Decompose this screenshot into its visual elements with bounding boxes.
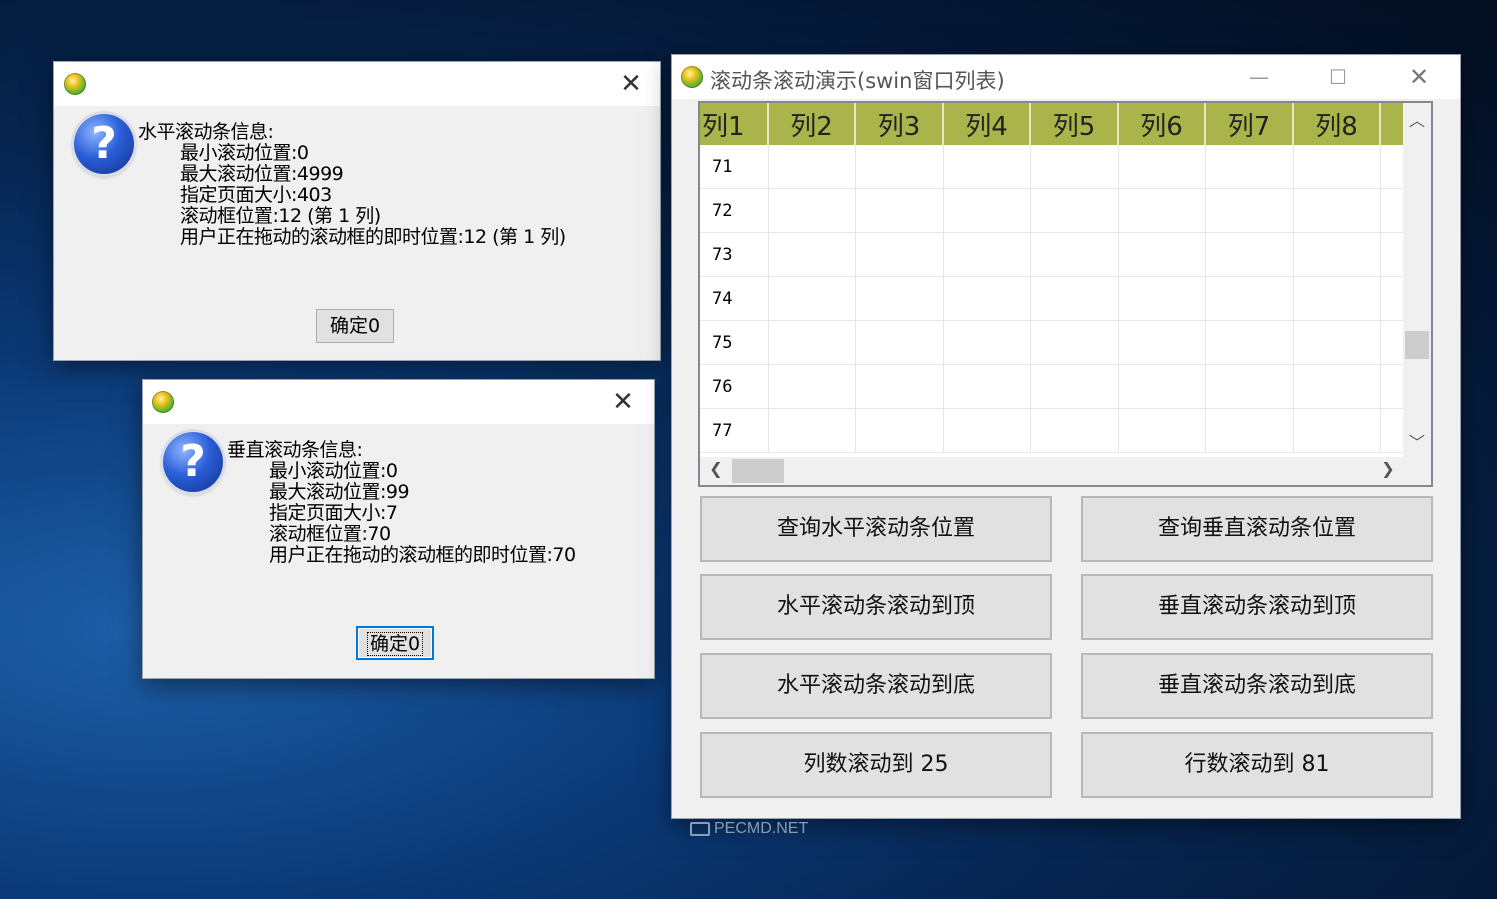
column-header[interactable]: 列3 — [855, 103, 944, 145]
vertical-to-bottom-button[interactable]: 垂直滚动条滚动到底 — [1081, 653, 1433, 719]
scroll-down-icon[interactable]: ﹀ — [1403, 429, 1431, 453]
close-icon[interactable]: ✕ — [1404, 65, 1434, 89]
table-row[interactable]: 77 — [700, 408, 1421, 453]
table-row[interactable]: 71 — [700, 145, 1421, 189]
column-header[interactable]: 列8 — [1293, 103, 1381, 145]
message-line: 滚动框位置:70 — [269, 523, 391, 545]
ok-label: 确定0 — [366, 632, 424, 656]
message-line: 最大滚动位置:4999 — [180, 163, 344, 185]
close-icon[interactable]: ✕ — [608, 387, 638, 417]
table-row[interactable]: 74 — [700, 276, 1421, 321]
horizontal-to-top-button[interactable]: 水平滚动条滚动到顶 — [700, 574, 1052, 640]
data-table: 列1 列2 列3 列4 列5 列6 列7 列8 71 72 73 74 75 7… — [700, 103, 1421, 453]
message-line: 最小滚动位置:0 — [269, 460, 398, 482]
vertical-to-top-button[interactable]: 垂直滚动条滚动到顶 — [1081, 574, 1433, 640]
scroll-to-row-button[interactable]: 行数滚动到 81 — [1081, 732, 1433, 798]
header-row: 列1 列2 列3 列4 列5 列6 列7 列8 — [700, 103, 1421, 145]
dialog-horizontal-info: ✕ ? 水平滚动条信息: 最小滚动位置:0 最大滚动位置:4999 指定页面大小:40… — [54, 62, 660, 360]
question-icon: ? — [163, 432, 223, 492]
message-line: 指定页面大小:7 — [269, 502, 398, 524]
app-globe-icon — [152, 391, 174, 413]
row-cell: 75 — [700, 320, 769, 365]
question-icon: ? — [74, 114, 134, 174]
main-window: 滚动条滚动演示(swin窗口列表) — ☐ ✕ 列1 列2 列3 列4 列5 列… — [672, 55, 1460, 818]
scroll-to-column-button[interactable]: 列数滚动到 25 — [700, 732, 1052, 798]
scroll-right-icon[interactable]: ❯ — [1376, 459, 1400, 478]
message-line: 滚动框位置:12 (第 1 列) — [180, 205, 381, 227]
row-cell: 71 — [700, 145, 769, 189]
dialog-vertical-info: ✕ ? 垂直滚动条信息: 最小滚动位置:0 最大滚动位置:99 指定页面大小:7 滚动框… — [143, 380, 654, 678]
row-cell: 76 — [700, 364, 769, 409]
horizontal-scroll-thumb[interactable] — [732, 459, 784, 483]
message-line: 最小滚动位置:0 — [180, 142, 309, 164]
query-horizontal-button[interactable]: 查询水平滚动条位置 — [700, 496, 1052, 562]
ok-button[interactable]: 确定0 — [316, 309, 394, 343]
scrollbar-corner — [1403, 457, 1431, 485]
close-icon[interactable]: ✕ — [616, 69, 646, 99]
vertical-scroll-thumb[interactable] — [1405, 331, 1429, 359]
maximize-icon[interactable]: ☐ — [1323, 65, 1353, 89]
vertical-scrollbar[interactable]: ︿ ﹀ — [1403, 103, 1431, 457]
table-row[interactable]: 75 — [700, 320, 1421, 365]
dialog-titlebar[interactable]: ✕ — [143, 380, 654, 424]
watermark: PECMD.NET — [690, 820, 808, 838]
row-cell: 77 — [700, 408, 769, 453]
message-heading: 水平滚动条信息: — [138, 121, 274, 143]
scroll-up-icon[interactable]: ︿ — [1403, 107, 1431, 131]
minimize-icon[interactable]: — — [1244, 65, 1274, 89]
horizontal-to-bottom-button[interactable]: 水平滚动条滚动到底 — [700, 653, 1052, 719]
dialog-titlebar[interactable]: ✕ — [54, 62, 660, 106]
dialog-message: 水平滚动条信息: 最小滚动位置:0 最大滚动位置:4999 指定页面大小:403 滚动框… — [138, 122, 566, 248]
main-titlebar[interactable]: 滚动条滚动演示(swin窗口列表) — ☐ ✕ — [672, 55, 1460, 99]
message-line: 最大滚动位置:99 — [269, 481, 410, 503]
monitor-icon — [690, 821, 710, 836]
watermark-text: PECMD.NET — [714, 820, 809, 837]
app-globe-icon — [681, 66, 703, 88]
message-line: 用户正在拖动的滚动框的即时位置:12 (第 1 列) — [180, 226, 566, 248]
column-header[interactable]: 列4 — [943, 103, 1031, 145]
scroll-left-icon[interactable]: ❮ — [704, 459, 728, 478]
query-vertical-button[interactable]: 查询垂直滚动条位置 — [1081, 496, 1433, 562]
column-header[interactable]: 列7 — [1205, 103, 1294, 145]
app-globe-icon — [64, 73, 86, 95]
ok-button[interactable]: 确定0 — [356, 626, 434, 660]
horizontal-scrollbar[interactable]: ❮ ❯ — [700, 457, 1407, 485]
row-cell: 74 — [700, 276, 769, 321]
column-header[interactable]: 列2 — [768, 103, 856, 145]
table-row[interactable]: 76 — [700, 364, 1421, 409]
column-header[interactable]: 列1 — [700, 103, 769, 145]
row-cell: 72 — [700, 188, 769, 233]
message-heading: 垂直滚动条信息: — [227, 439, 363, 461]
table-row[interactable]: 72 — [700, 188, 1421, 233]
table-row[interactable]: 73 — [700, 232, 1421, 277]
column-header[interactable]: 列5 — [1030, 103, 1119, 145]
message-line: 指定页面大小:403 — [180, 184, 332, 206]
column-header[interactable]: 列6 — [1118, 103, 1206, 145]
list-grid[interactable]: 列1 列2 列3 列4 列5 列6 列7 列8 71 72 73 74 75 7… — [698, 101, 1433, 487]
row-cell: 73 — [700, 232, 769, 277]
message-line: 用户正在拖动的滚动框的即时位置:70 — [269, 544, 576, 566]
window-title: 滚动条滚动演示(swin窗口列表) — [710, 69, 1005, 93]
dialog-message: 垂直滚动条信息: 最小滚动位置:0 最大滚动位置:99 指定页面大小:7 滚动框位置:7… — [227, 440, 576, 566]
ok-label: 确定0 — [329, 315, 381, 337]
